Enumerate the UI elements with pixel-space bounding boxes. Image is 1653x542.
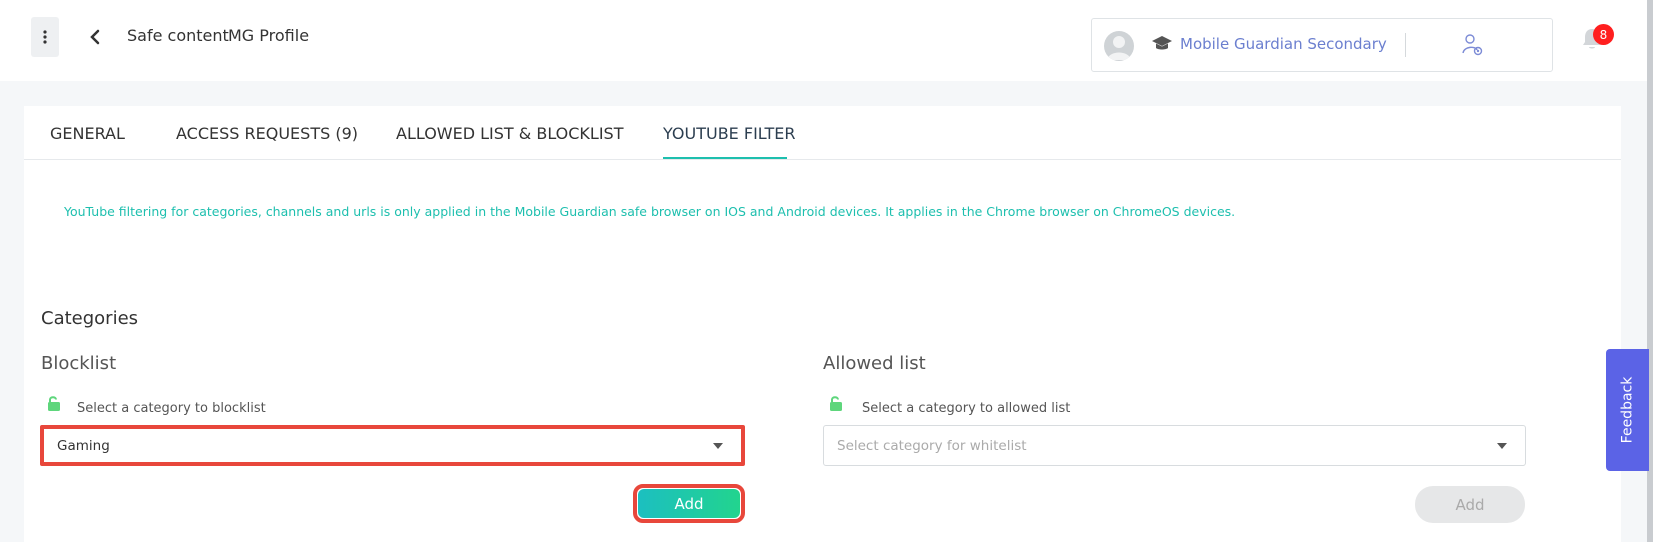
school-name[interactable]: Mobile Guardian Secondary — [1180, 35, 1387, 53]
feedback-tab[interactable]: Feedback — [1606, 349, 1649, 471]
allowed-field-label: Select a category to allowed list — [862, 401, 1071, 416]
blocklist-title: Blocklist — [41, 353, 117, 374]
youtube-filter-notice: YouTube filtering for categories, channe… — [64, 204, 1236, 219]
blocklist-add-button[interactable]: Add — [638, 489, 740, 518]
more-vertical-icon — [43, 30, 47, 44]
blocklist-category-select[interactable]: Gaming — [40, 425, 745, 466]
back-button[interactable] — [87, 26, 103, 48]
chevron-down-icon — [1497, 442, 1507, 449]
feedback-label: Feedback — [1619, 376, 1636, 444]
allowed-category-select[interactable]: Select category for whitelist — [823, 425, 1526, 466]
breadcrumb-safe-content[interactable]: Safe content — [127, 26, 229, 45]
users-settings-icon[interactable] — [1462, 33, 1484, 57]
unlock-icon — [48, 396, 60, 411]
tab-allowed-blocklist[interactable]: ALLOWED LIST & BLOCKLIST — [396, 124, 623, 143]
tab-bar: GENERAL ACCESS REQUESTS (9) ALLOWED LIST… — [24, 106, 1621, 160]
avatar — [1104, 31, 1134, 61]
user-icon — [1107, 36, 1131, 60]
allowed-list-title: Allowed list — [823, 353, 926, 374]
tab-access-requests[interactable]: ACCESS REQUESTS (9) — [176, 124, 358, 143]
tab-youtube-filter[interactable]: YOUTUBE FILTER — [663, 124, 796, 143]
divider — [1405, 33, 1406, 57]
allowed-add-button[interactable]: Add — [1415, 486, 1525, 523]
content-panel: GENERAL ACCESS REQUESTS (9) ALLOWED LIST… — [24, 106, 1621, 542]
blocklist-selected-value: Gaming — [57, 437, 110, 454]
graduation-cap-icon — [1152, 36, 1172, 50]
chevron-left-icon — [90, 29, 100, 45]
allowed-placeholder: Select category for whitelist — [837, 437, 1027, 454]
profile-switcher[interactable]: Mobile Guardian Secondary — [1091, 18, 1553, 72]
categories-title: Categories — [41, 308, 139, 329]
top-bar: Safe content MG Profile Mobile Guardian … — [0, 0, 1653, 81]
notification-badge[interactable]: 8 — [1593, 24, 1614, 45]
breadcrumb-profile: MG Profile — [228, 26, 310, 45]
chevron-down-icon — [713, 442, 723, 449]
more-menu-button[interactable] — [31, 17, 59, 57]
unlock-icon — [830, 396, 842, 411]
active-tab-indicator — [663, 157, 787, 159]
blocklist-field-label: Select a category to blocklist — [77, 401, 266, 416]
tab-general[interactable]: GENERAL — [50, 124, 125, 143]
